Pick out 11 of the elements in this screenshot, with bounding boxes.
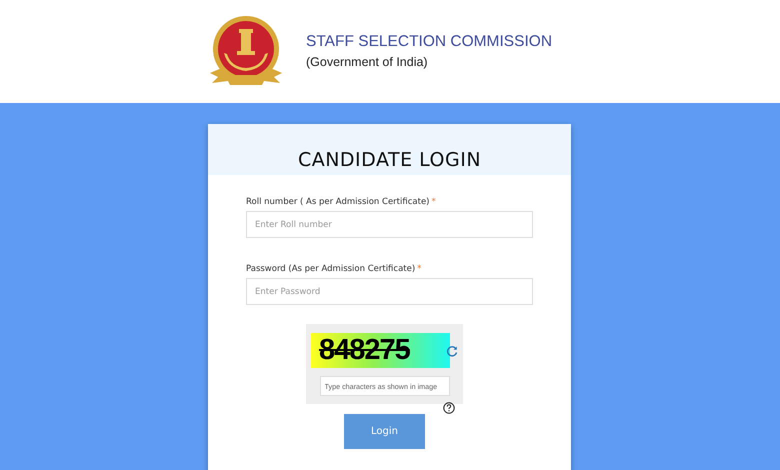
field-label: Roll number ( As per Admission Certificate) * [246, 197, 437, 207]
input-field[interactable]: Enter Password [246, 278, 533, 305]
organization-title: STAFF SELECTION COMMISSION [306, 32, 552, 50]
captcha-code: 848275 [319, 334, 410, 367]
organization-subtitle: (Government of India) [306, 54, 429, 68]
help-icon[interactable] [443, 402, 455, 414]
input-field[interactable]: Enter Roll number [246, 211, 533, 238]
refresh-icon[interactable] [446, 344, 458, 356]
login-button[interactable]: Login [344, 414, 425, 449]
login-title: CANDIDATE LOGIN [298, 149, 482, 171]
field-label: Password (As per Admission Certificate) * [246, 264, 422, 274]
